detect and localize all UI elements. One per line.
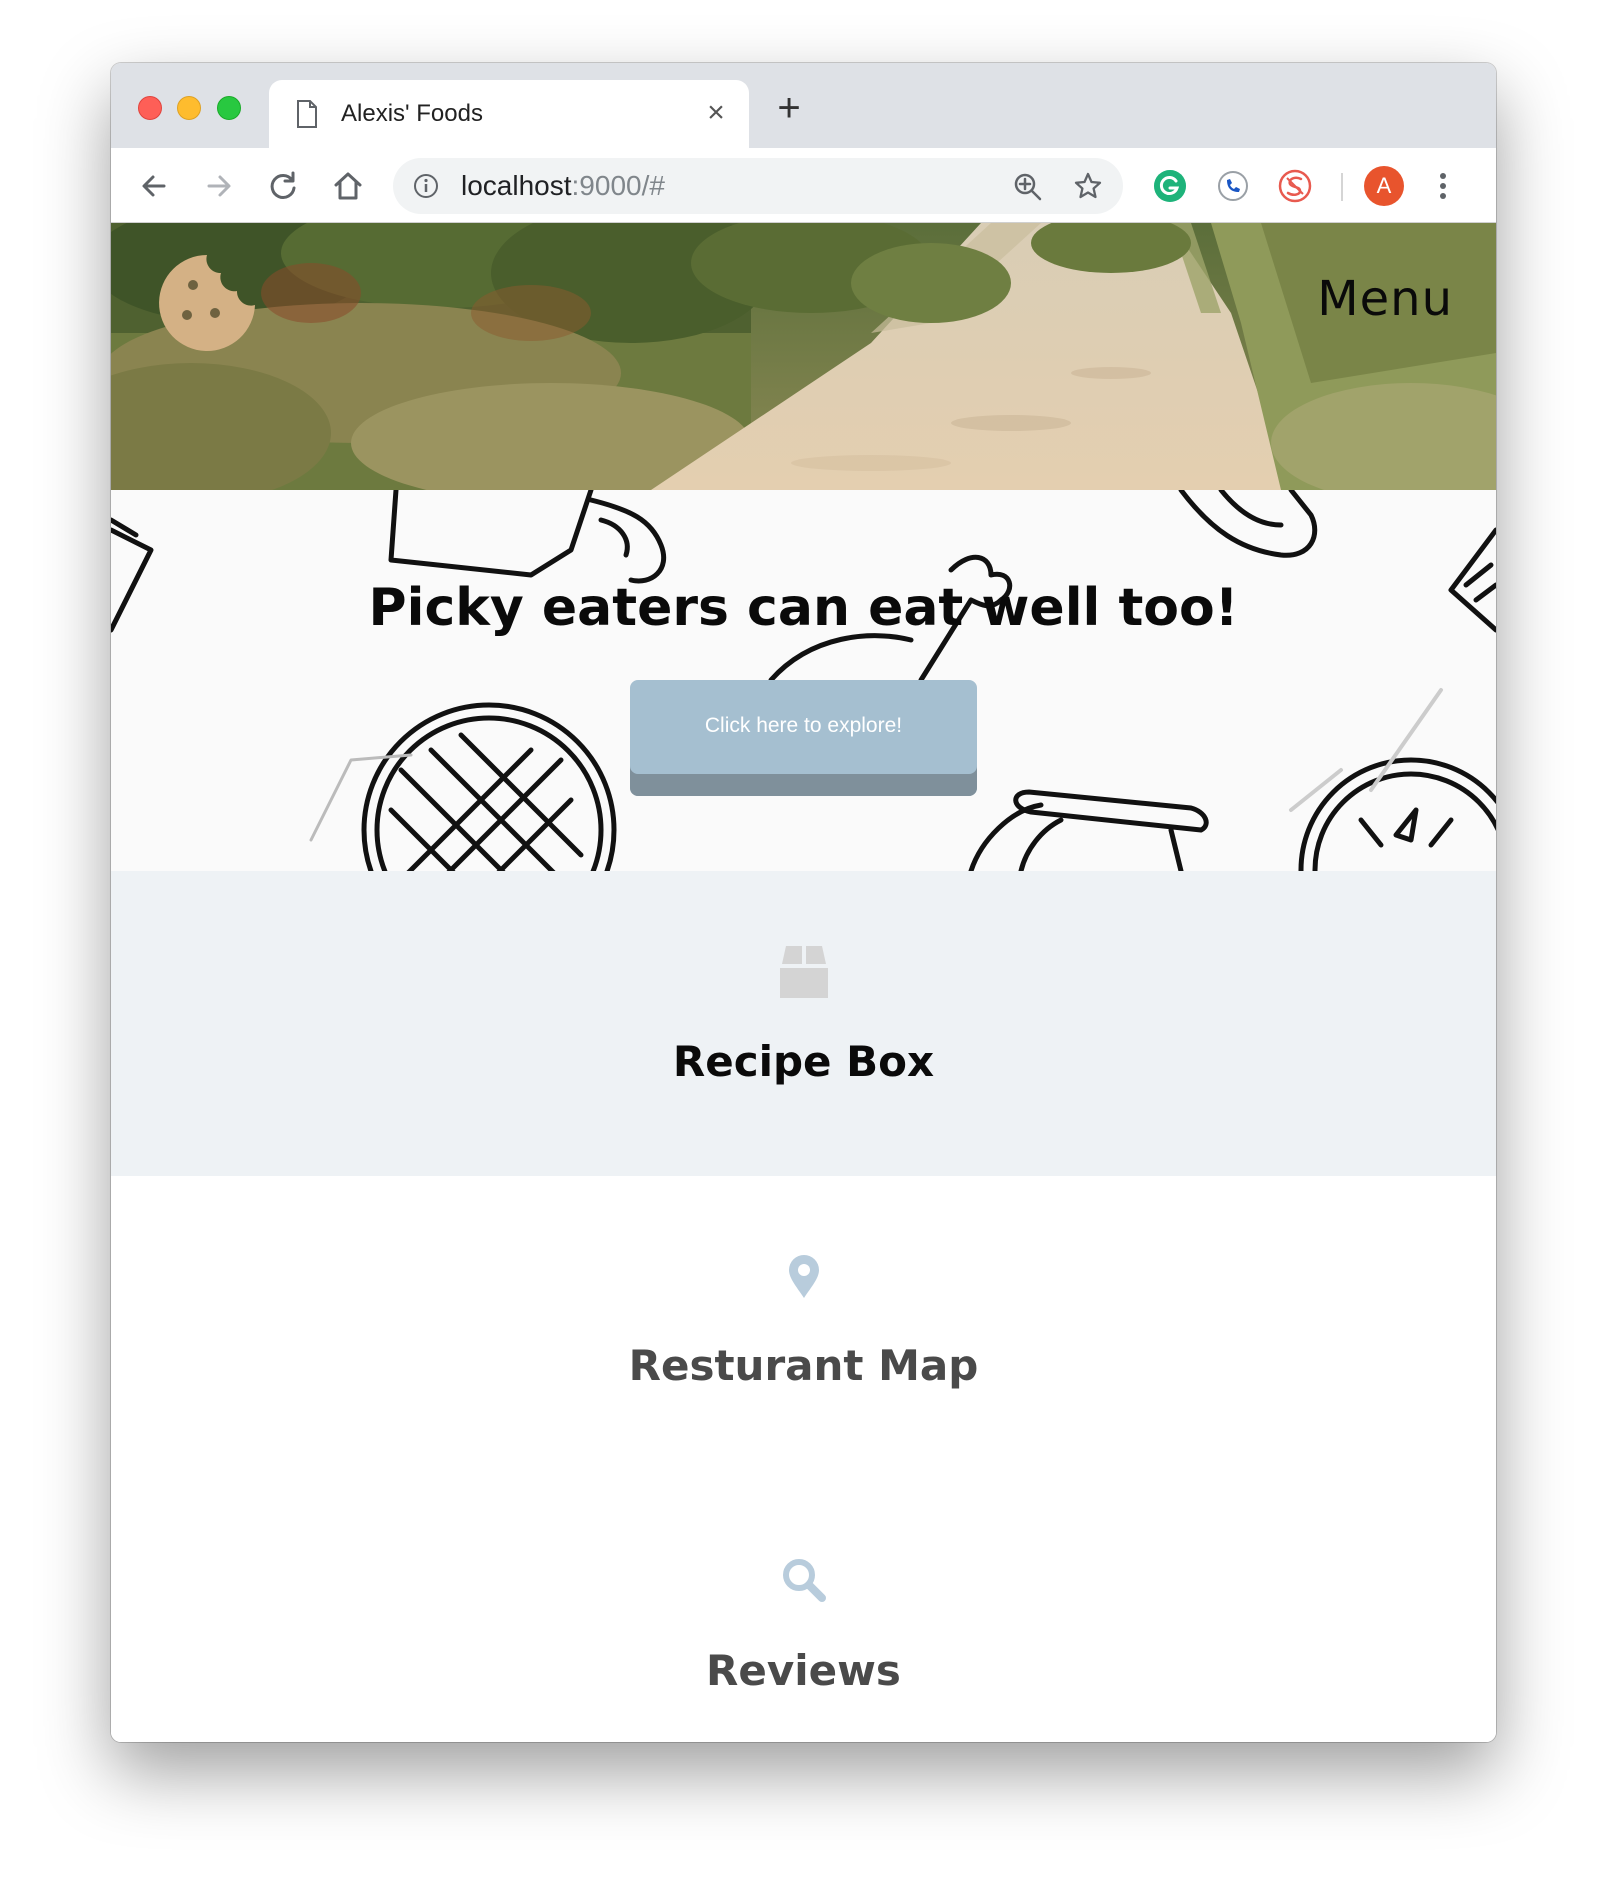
feature-recipe-box[interactable]: Recipe Box (111, 871, 1496, 1176)
info-icon[interactable] (413, 173, 439, 199)
page-icon (297, 100, 317, 128)
address-bar[interactable]: localhost:9000/# (393, 158, 1123, 214)
search-icon (782, 1559, 826, 1602)
feature-title: Resturant Map (628, 1341, 979, 1390)
url-host: localhost (461, 170, 572, 201)
cookie-icon[interactable] (155, 251, 259, 355)
hero-header: Menu (111, 223, 1496, 490)
toolbar-divider (1341, 173, 1343, 201)
url-path: :9000/# (571, 170, 665, 201)
feature-title: Reviews (706, 1646, 901, 1695)
explore-button[interactable]: Click here to explore! (630, 680, 977, 796)
back-arrow-icon[interactable] (136, 168, 172, 204)
close-window-button[interactable] (138, 96, 162, 120)
tab-title: Alexis' Foods (341, 100, 483, 127)
url-text: localhost:9000/# (461, 170, 665, 202)
tab-strip: Alexis' Foods × + (111, 63, 1496, 148)
feature-restaurant-map[interactable]: Resturant Map (111, 1176, 1496, 1481)
browser-toolbar: localhost:9000/# A (111, 148, 1496, 223)
close-icon[interactable]: × (701, 98, 731, 128)
home-icon[interactable] (330, 168, 366, 204)
plus-icon[interactable]: + (771, 88, 807, 128)
explore-button-label: Click here to explore! (704, 714, 903, 737)
box-icon (779, 946, 828, 998)
minimize-window-button[interactable] (177, 96, 201, 120)
extension-icon[interactable] (1277, 168, 1313, 204)
maximize-window-button[interactable] (217, 96, 241, 120)
phone-extension-icon[interactable] (1215, 168, 1251, 204)
page-content: Menu Picky eaters can eat well too! Clic… (111, 223, 1496, 1742)
menu-button[interactable]: Menu (1317, 271, 1453, 327)
feature-title: Recipe Box (672, 1037, 935, 1086)
reload-icon[interactable] (265, 168, 301, 204)
hero-banner: Picky eaters can eat well too! Click her… (111, 490, 1496, 871)
browser-tab[interactable]: Alexis' Foods × (269, 80, 749, 148)
browser-window: Alexis' Foods × + localhost:9000/# A Men… (111, 63, 1496, 1742)
kebab-menu-icon[interactable] (1438, 168, 1448, 204)
hero-tagline: Picky eaters can eat well too! (368, 578, 1239, 638)
map-pin-icon (788, 1255, 819, 1298)
hero-photo (111, 223, 1496, 490)
zoom-icon[interactable] (1013, 172, 1043, 202)
star-icon[interactable] (1073, 171, 1103, 201)
grammarly-icon[interactable] (1152, 168, 1188, 204)
forward-arrow-icon[interactable] (201, 168, 237, 204)
avatar[interactable]: A (1364, 166, 1404, 206)
feature-reviews[interactable]: Reviews (111, 1481, 1496, 1742)
